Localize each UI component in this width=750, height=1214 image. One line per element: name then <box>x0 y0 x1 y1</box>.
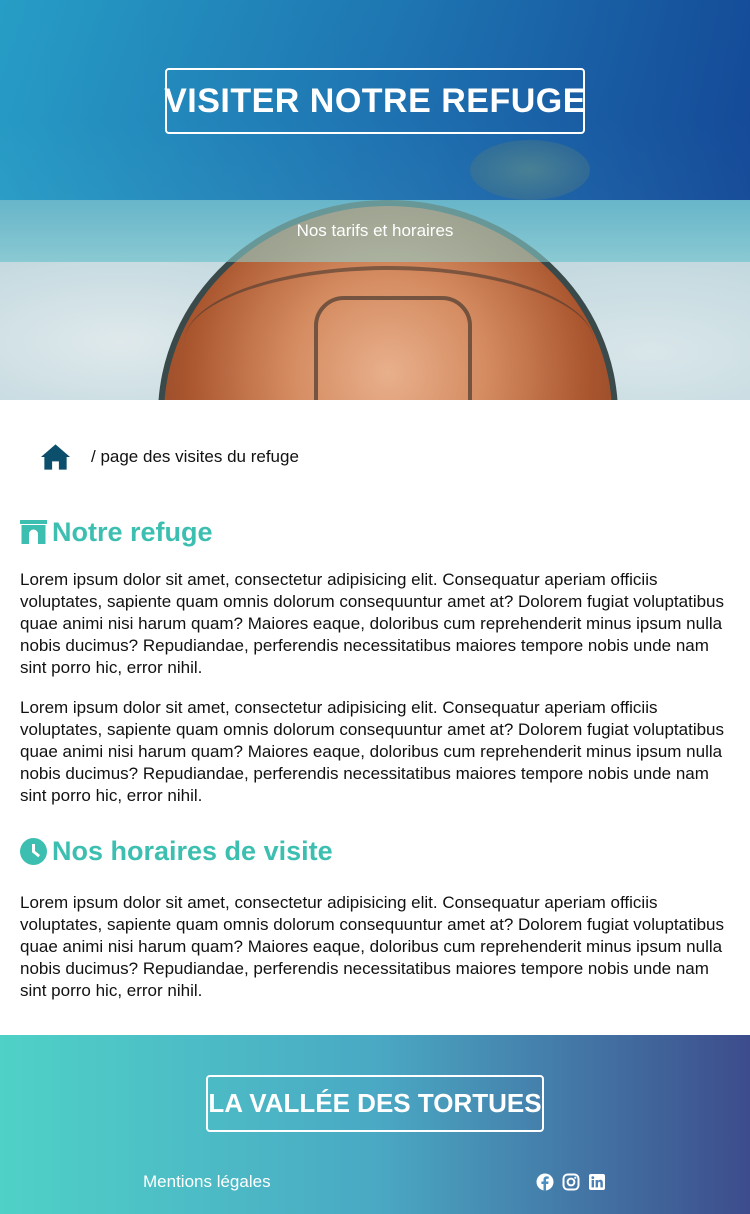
site-footer: LA VALLÉE DES TORTUES Mentions légales <box>0 1035 750 1214</box>
footer-brand-box[interactable]: LA VALLÉE DES TORTUES <box>206 1075 544 1132</box>
page-title: VISITER NOTRE REFUGE <box>164 81 586 120</box>
paragraph: Lorem ipsum dolor sit amet, consectetur … <box>20 698 725 805</box>
linkedin-icon[interactable] <box>588 1173 606 1191</box>
hero-banner: VISITER NOTRE REFUGE Nos tarifs et horai… <box>0 0 750 400</box>
social-links <box>536 1173 606 1191</box>
footer-brand: LA VALLÉE DES TORTUES <box>208 1088 542 1118</box>
section-title-text: Notre refuge <box>52 516 213 547</box>
hero-subtitle: Nos tarifs et horaires <box>296 221 454 240</box>
paragraph: Lorem ipsum dolor sit amet, consectetur … <box>20 893 725 1000</box>
facebook-icon[interactable] <box>536 1173 554 1191</box>
main-content: Notre refuge Lorem ipsum dolor sit amet,… <box>20 512 730 1002</box>
section-our-refuge: Notre refuge Lorem ipsum dolor sit amet,… <box>20 512 730 807</box>
home-icon[interactable] <box>40 443 71 471</box>
breadcrumb-current: / page des visites du refuge <box>91 447 299 466</box>
legal-notice-link[interactable]: Mentions légales <box>143 1172 271 1192</box>
hero-subtitle-band: Nos tarifs et horaires <box>0 200 750 262</box>
hero-title-box: VISITER NOTRE REFUGE <box>164 68 586 134</box>
clock-icon <box>20 837 47 865</box>
section-title-hours: Nos horaires de visite <box>20 831 730 871</box>
section-visit-hours: Nos horaires de visite Lorem ipsum dolor… <box>20 831 730 1002</box>
section-title-text: Nos horaires de visite <box>52 835 333 866</box>
instagram-icon[interactable] <box>562 1173 580 1191</box>
turtle-head-image <box>470 140 590 200</box>
archway-icon <box>20 519 47 544</box>
section-title-refuge: Notre refuge <box>20 512 730 552</box>
paragraph: Lorem ipsum dolor sit amet, consectetur … <box>20 570 725 677</box>
breadcrumb: / page des visites du refuge <box>40 440 299 474</box>
